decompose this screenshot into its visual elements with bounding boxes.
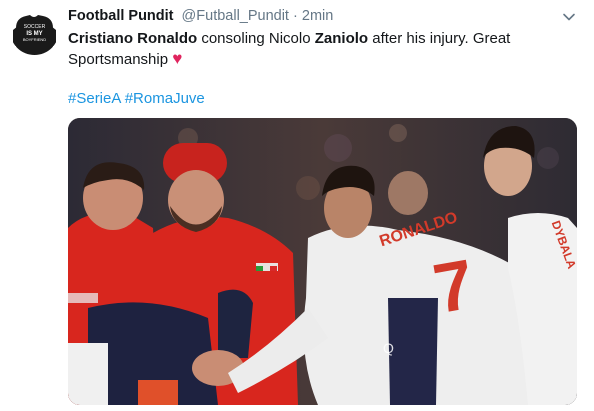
hashtags: #SerieA #RomaJuve [68,89,205,109]
text-bold-zaniolo: Zaniolo [314,30,369,47]
separator-dot: · [293,8,298,24]
hashtag-romajuve[interactable]: #RomaJuve [125,90,205,107]
hashtag-seriea[interactable]: #SerieA [68,90,121,107]
tweet-card[interactable]: SOCCER IS MY BOYFRIEND Football Pundit @… [0,0,594,411]
tweet-timestamp[interactable]: 2min [302,8,333,24]
sponsor-text: Q [383,340,394,356]
heart-emoji-icon: ♥ [172,49,183,68]
chevron-down-icon[interactable] [560,8,578,26]
avatar[interactable]: SOCCER IS MY BOYFRIEND [10,6,59,55]
avatar-line-3: BOYFRIEND [23,37,46,42]
tweet-text: Cristiano Ronaldo consoling Nicolo Zanio… [68,29,568,70]
text-segment-1: consoling Nicolo [197,30,315,47]
text-bold-ronaldo: Cristiano Ronaldo [68,30,198,47]
avatar-line-1: SOCCER [24,24,46,30]
author-handle[interactable]: @Futball_Pundit [182,8,289,24]
author-display-name[interactable]: Football Pundit [68,8,174,24]
tweet-photo[interactable]: RONALDO 7 DYBALA Q [68,118,577,405]
tweet-header: Football Pundit @Futball_Pundit · 2min [68,6,568,26]
